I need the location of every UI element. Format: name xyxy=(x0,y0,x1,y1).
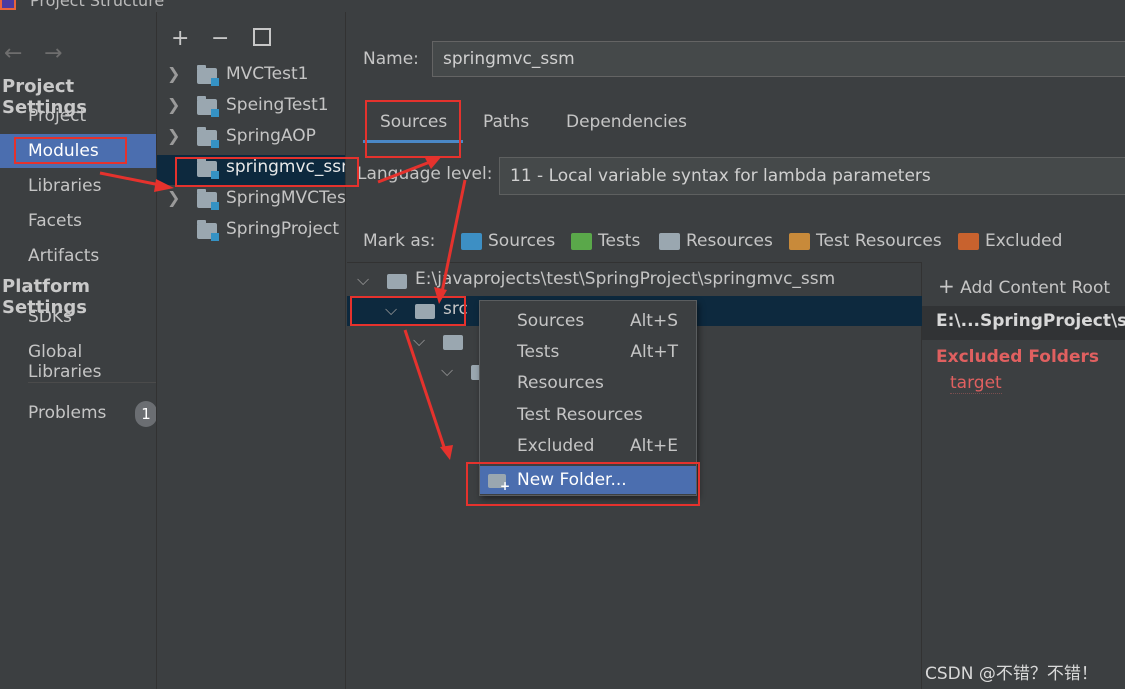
annotation-arrows xyxy=(99,156,467,460)
watermark: CSDN @不错？不错！ xyxy=(925,664,1098,684)
